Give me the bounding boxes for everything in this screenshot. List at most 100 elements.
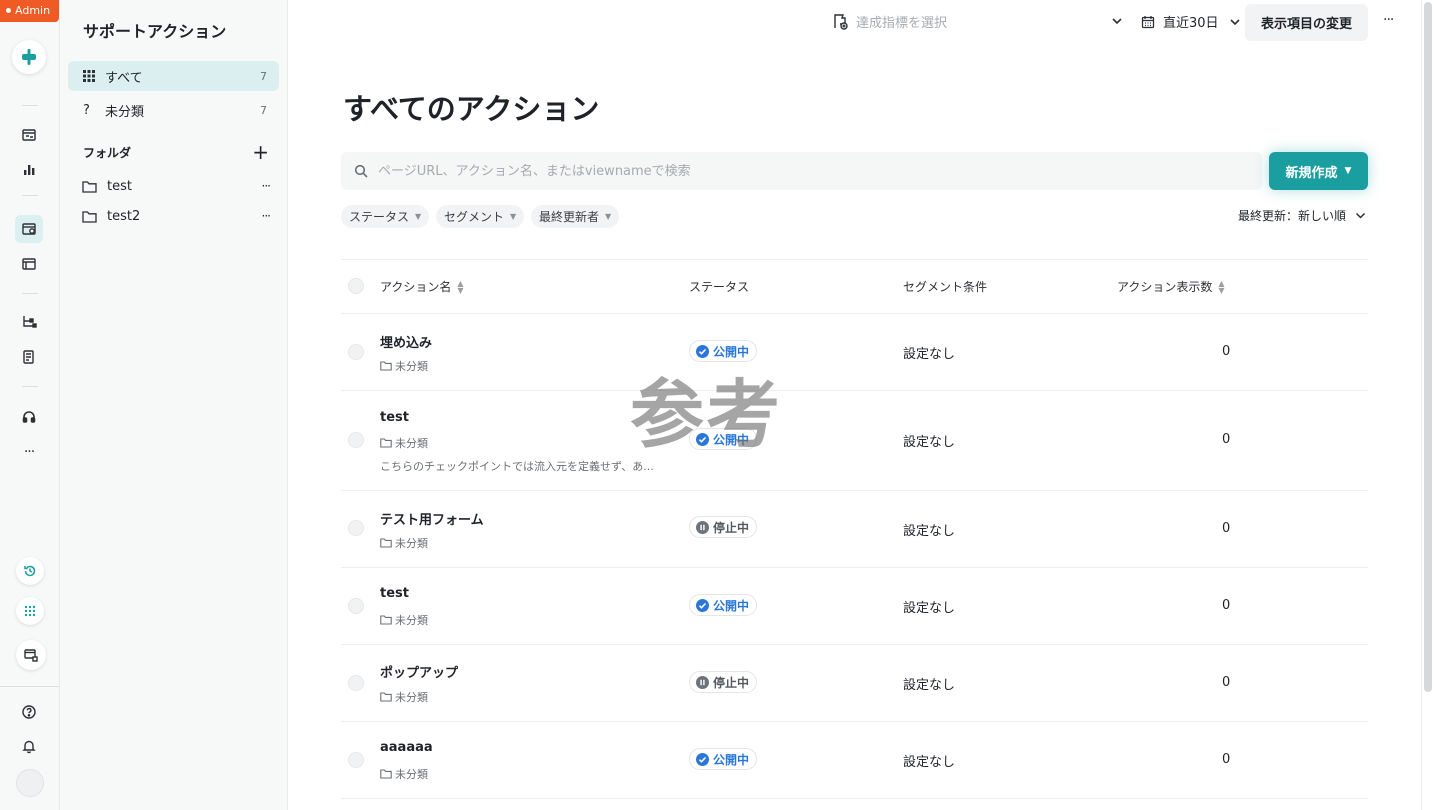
action-name-link[interactable]: aaaaaa xyxy=(380,740,433,755)
folder-label: 未分類 xyxy=(395,614,428,627)
row-divider xyxy=(341,313,1368,314)
folder-icon xyxy=(380,361,392,371)
more-options-icon[interactable]: ··· xyxy=(1383,12,1394,28)
help-icon[interactable] xyxy=(15,698,43,726)
row-divider xyxy=(341,390,1368,391)
view-count: 0 xyxy=(1222,521,1231,536)
action-folder: 未分類 xyxy=(380,358,428,374)
column-header-label: ステータス xyxy=(689,280,750,294)
tree-flow-icon[interactable] xyxy=(15,308,43,336)
status-badge: 公開中 xyxy=(689,748,758,770)
column-header-name[interactable]: アクション名 ▲ ▼ xyxy=(380,278,464,295)
row-checkbox[interactable] xyxy=(348,675,364,691)
rail-divider xyxy=(0,686,59,687)
folder-label: 未分類 xyxy=(395,768,428,781)
status-label: 公開中 xyxy=(713,432,750,447)
check-circle-icon xyxy=(696,752,709,766)
action-name-link[interactable]: test xyxy=(380,410,409,425)
view-count: 0 xyxy=(1222,432,1231,447)
site-settings-icon[interactable] xyxy=(16,640,46,670)
history-icon[interactable] xyxy=(16,557,44,585)
question-icon: ? xyxy=(83,102,90,118)
notification-bell-icon[interactable] xyxy=(15,732,43,760)
chevron-down-icon xyxy=(1355,212,1366,219)
app-rail: Admin ··· xyxy=(0,0,60,810)
row-checkbox[interactable] xyxy=(348,432,364,448)
sort-arrows-icon[interactable]: ▲ ▼ xyxy=(457,279,463,294)
nav-item-uncategorized[interactable]: ? 未分類 7 xyxy=(68,95,279,125)
filter-segment[interactable]: セグメント ▼ xyxy=(436,205,525,228)
filter-label: セグメント xyxy=(444,210,505,224)
search-input[interactable] xyxy=(378,163,1238,179)
view-count: 0 xyxy=(1222,675,1231,690)
add-folder-plus-icon[interactable]: + xyxy=(252,142,269,162)
more-menu-icon[interactable]: ··· xyxy=(15,438,43,466)
folder-item-test[interactable]: test ··· xyxy=(82,175,272,197)
status-badge: 公開中 xyxy=(689,594,758,616)
status-label: 公開中 xyxy=(713,598,750,613)
row-divider xyxy=(341,490,1368,491)
segment-condition: 設定なし xyxy=(903,347,956,362)
date-range-selector[interactable]: 直近30日 xyxy=(1141,12,1241,31)
action-name-link[interactable]: 埋め込み xyxy=(380,332,432,351)
search-icon xyxy=(354,164,368,178)
column-header-view-count[interactable]: アクション表示数 ▲ ▼ xyxy=(1117,278,1225,295)
row-checkbox[interactable] xyxy=(348,520,364,536)
caret-down-icon: ▼ xyxy=(605,212,612,221)
support-action-sidebar: サポートアクション すべて 7 ? 未分類 7 フォルダ + test ··· … xyxy=(60,0,288,810)
row-checkbox[interactable] xyxy=(348,344,364,360)
create-new-button[interactable]: 新規作成 ▼ xyxy=(1269,152,1368,190)
nav-item-all[interactable]: すべて 7 xyxy=(68,61,279,91)
filter-last-updater[interactable]: 最終更新者 ▼ xyxy=(531,205,620,228)
apps-grid-icon[interactable] xyxy=(16,597,44,625)
admin-badge: Admin xyxy=(0,0,59,22)
segment-condition: 設定なし xyxy=(903,524,956,539)
support-action-icon[interactable] xyxy=(15,215,43,243)
action-name-link[interactable]: テスト用フォーム xyxy=(380,509,484,528)
row-divider xyxy=(341,644,1368,645)
folder-section-header: フォルダ + xyxy=(83,142,269,162)
app-logo-icon[interactable] xyxy=(12,40,46,74)
action-folder: 未分類 xyxy=(380,766,428,782)
select-all-checkbox[interactable] xyxy=(348,278,364,294)
status-badge: 公開中 xyxy=(689,340,758,362)
dashboard-icon[interactable] xyxy=(15,121,43,149)
report-icon[interactable] xyxy=(15,343,43,371)
rail-divider xyxy=(22,105,38,106)
layout-icon[interactable] xyxy=(15,250,43,278)
action-name-link[interactable]: ポップアップ xyxy=(380,662,458,681)
user-avatar[interactable] xyxy=(16,769,44,797)
folder-label: 未分類 xyxy=(395,691,428,704)
filter-status[interactable]: ステータス ▼ xyxy=(341,205,430,228)
sort-arrows-icon[interactable]: ▲ ▼ xyxy=(1218,279,1224,294)
column-header-label: アクション名 xyxy=(380,280,452,294)
folder-icon xyxy=(380,438,392,448)
folder-more-icon[interactable]: ··· xyxy=(262,179,272,193)
view-count: 0 xyxy=(1222,598,1231,613)
display-columns-button[interactable]: 表示項目の変更 xyxy=(1245,4,1368,41)
filter-label: ステータス xyxy=(349,210,410,224)
date-range-label: 直近30日 xyxy=(1163,16,1219,31)
headset-support-icon[interactable] xyxy=(15,403,43,431)
analytics-chart-icon[interactable] xyxy=(15,156,43,184)
row-checkbox[interactable] xyxy=(348,598,364,614)
status-label: 停止中 xyxy=(713,520,750,535)
row-checkbox[interactable] xyxy=(348,752,364,768)
scrollbar-thumb[interactable] xyxy=(1424,2,1432,692)
nav-item-label: すべて xyxy=(105,70,143,86)
sort-selector[interactable]: 最終更新：新しい順 xyxy=(1238,207,1366,224)
goal-dropdown-chevron-down-icon[interactable] xyxy=(1110,14,1124,28)
rail-divider xyxy=(22,386,38,387)
action-folder: 未分類 xyxy=(380,535,428,551)
column-header-segment: セグメント条件 xyxy=(903,278,987,295)
check-circle-icon xyxy=(696,344,709,358)
chevron-down-icon xyxy=(1229,18,1240,25)
goal-selector[interactable]: 達成指標を選択 xyxy=(832,12,947,31)
folder-item-test2[interactable]: test2 ··· xyxy=(82,205,272,227)
action-name-link[interactable]: test xyxy=(380,586,409,601)
view-count: 0 xyxy=(1222,752,1231,767)
caret-down-icon: ▼ xyxy=(510,212,517,221)
check-circle-icon xyxy=(696,432,709,446)
folder-more-icon[interactable]: ··· xyxy=(262,209,272,223)
row-divider xyxy=(341,567,1368,568)
